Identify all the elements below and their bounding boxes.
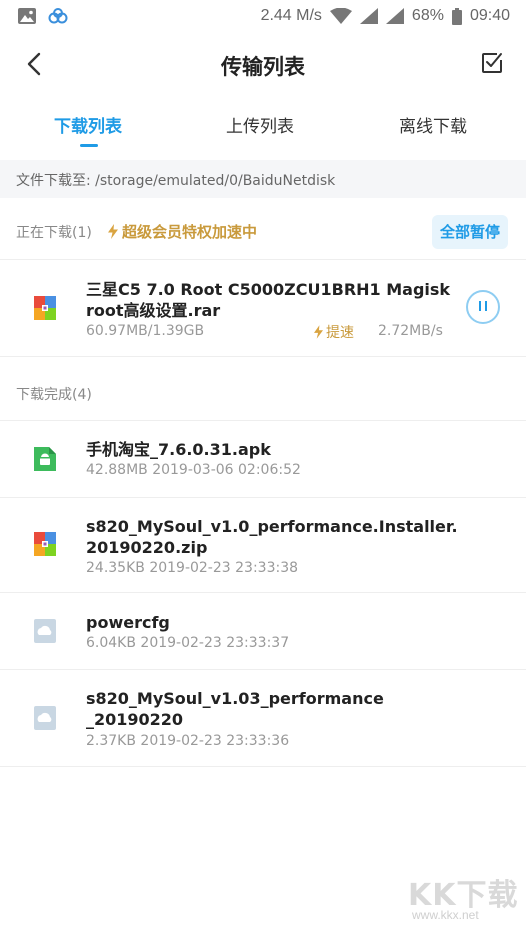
- file-meta: 24.35KB 2019-02-23 23:33:38: [86, 560, 299, 576]
- lightning-icon: [108, 224, 118, 239]
- file-name-line1: s820_MySoul_v1.0_performance.Installer.: [86, 517, 458, 536]
- speed-boost-tag[interactable]: 提速: [314, 322, 354, 342]
- signal-icon-2: [385, 8, 404, 24]
- tab-offline-download[interactable]: 离线下载: [399, 112, 467, 137]
- file-name-line2: root高级设置.rar: [86, 301, 221, 320]
- watermark: KK下载 www.kkx.net: [404, 870, 522, 922]
- completed-section-header: 下载完成(4): [0, 372, 526, 412]
- download-progress-text: 60.97MB/1.39GB: [86, 323, 205, 339]
- pause-all-button[interactable]: 全部暂停: [432, 215, 508, 249]
- battery-icon: [451, 7, 462, 25]
- network-speed: 2.44 M/s: [260, 7, 322, 24]
- completed-item[interactable]: s820_MySoul_v1.03_performance _20190220 …: [0, 670, 526, 766]
- completed-count-label: 下载完成(4): [16, 387, 92, 403]
- download-path-text: 文件下载至: /storage/emulated/0/BaiduNetdisk: [16, 173, 336, 189]
- checkbox-edit-icon: [482, 53, 502, 73]
- status-bar: 2.44 M/s 68% 09:40: [0, 0, 526, 34]
- page-title: 传输列表: [221, 55, 305, 79]
- pause-icon: [479, 301, 481, 311]
- file-name-line1: s820_MySoul_v1.03_performance: [86, 689, 384, 708]
- watermark-url: www.kkx.net: [412, 908, 479, 922]
- file-name-line1: 手机淘宝_7.6.0.31.apk: [86, 440, 271, 459]
- completed-item[interactable]: s820_MySoul_v1.0_performance.Installer. …: [0, 498, 526, 592]
- pause-download-button[interactable]: [466, 290, 500, 324]
- signal-icon: [359, 8, 378, 24]
- downloading-count-label: 正在下载(1): [16, 225, 92, 241]
- battery-percent: 68%: [411, 7, 444, 24]
- file-meta: 42.88MB 2019-03-06 02:06:52: [86, 462, 301, 478]
- vip-acceleration-label: 超级会员特权加速中: [122, 223, 258, 241]
- file-meta: 2.37KB 2019-02-23 23:33:36: [86, 733, 290, 749]
- transfer-tabs: 下载列表 上传列表 离线下载: [0, 104, 526, 156]
- app-header: 传输列表: [0, 34, 526, 96]
- transfer-list-screen: 2.44 M/s 68% 09:40 传输列表 下载列表 上传列表 离线下载 文…: [0, 0, 526, 926]
- divider: [0, 356, 526, 357]
- file-name-line2: 20190220.zip: [86, 538, 208, 557]
- downloading-section-header: 正在下载(1) 超级会员特权加速中 全部暂停: [0, 206, 526, 256]
- active-tab-indicator: [80, 144, 98, 147]
- download-speed: 2.72MB/s: [378, 323, 443, 339]
- vip-acceleration-text: 超级会员特权加速中: [108, 221, 257, 242]
- unknown-file-icon: [34, 619, 56, 643]
- file-meta: 6.04KB 2019-02-23 23:33:37: [86, 635, 290, 651]
- tab-download-list[interactable]: 下载列表: [54, 112, 122, 137]
- image-icon: [18, 8, 36, 24]
- tab-upload-list[interactable]: 上传列表: [226, 112, 294, 137]
- completed-item[interactable]: powercfg 6.04KB 2019-02-23 23:33:37: [0, 593, 526, 669]
- completed-item[interactable]: 手机淘宝_7.6.0.31.apk 42.88MB 2019-03-06 02:…: [0, 421, 526, 497]
- lightning-icon: [314, 325, 323, 339]
- file-name-line2: _20190220: [86, 710, 184, 729]
- unknown-file-icon: [34, 706, 56, 730]
- downloading-item[interactable]: 三星C5 7.0 Root C5000ZCU1BRH1 Magisk root高…: [0, 260, 526, 356]
- multi-select-button[interactable]: [480, 51, 504, 75]
- zip-archive-icon: [34, 532, 56, 556]
- file-name-line1: powercfg: [86, 613, 170, 632]
- android-apk-icon: [34, 447, 56, 471]
- file-name-line1: 三星C5 7.0 Root C5000ZCU1BRH1 Magisk: [86, 280, 451, 299]
- clock: 09:40: [469, 7, 510, 24]
- zip-archive-icon: [34, 296, 56, 320]
- speed-boost-label: 提速: [326, 325, 354, 341]
- wifi-icon: [329, 8, 352, 24]
- divider: [0, 766, 526, 767]
- download-path-bar: 文件下载至: /storage/emulated/0/BaiduNetdisk: [0, 160, 526, 198]
- cloud-app-icon: [48, 8, 68, 24]
